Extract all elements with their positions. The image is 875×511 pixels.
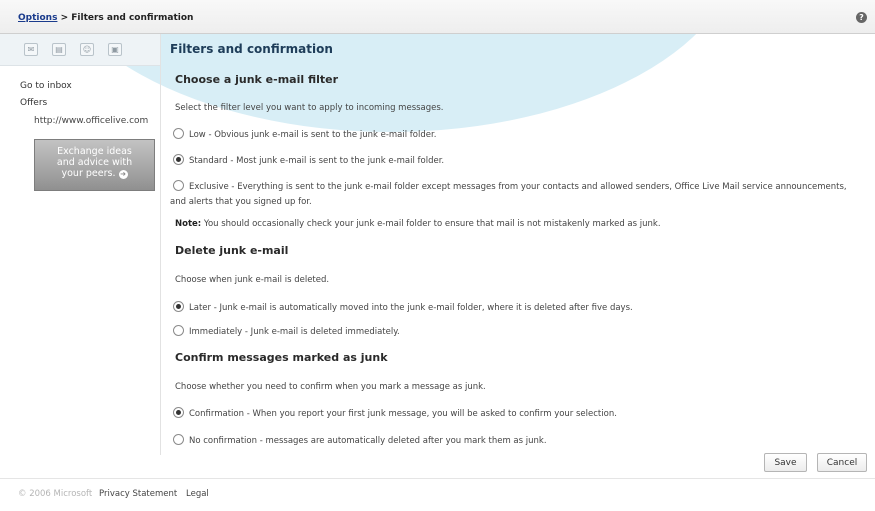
section-heading-filter: Choose a junk e-mail filter xyxy=(175,73,339,86)
radio-label: Confirmation - When you report your firs… xyxy=(189,409,617,419)
section-heading-confirm: Confirm messages marked as junk xyxy=(175,351,388,364)
filter-description: Select the filter level you want to appl… xyxy=(175,103,444,113)
radio-label: No confirmation - messages are automatic… xyxy=(189,436,547,446)
page-title: Filters and confirmation xyxy=(170,42,333,56)
radio-label: Later - Junk e-mail is automatically mov… xyxy=(189,303,633,313)
confirm-description: Choose whether you need to confirm when … xyxy=(175,382,486,392)
radio-button[interactable] xyxy=(173,128,184,139)
note-label: Note: xyxy=(175,219,202,229)
radio-option-standard[interactable]: Standard - Most junk e-mail is sent to t… xyxy=(173,154,444,166)
radio-option-no-confirmation[interactable]: No confirmation - messages are automatic… xyxy=(173,434,547,446)
radio-label: Standard - Most junk e-mail is sent to t… xyxy=(189,156,445,166)
footer-divider xyxy=(0,478,875,479)
radio-button-selected[interactable] xyxy=(173,407,184,418)
radio-button-selected[interactable] xyxy=(173,154,184,165)
delete-description: Choose when junk e-mail is deleted. xyxy=(175,275,330,285)
radio-label: Immediately - Junk e-mail is deleted imm… xyxy=(189,327,400,337)
radio-option-immediately[interactable]: Immediately - Junk e-mail is deleted imm… xyxy=(173,325,400,337)
radio-option-low[interactable]: Low - Obvious junk e-mail is sent to the… xyxy=(173,128,436,140)
save-button[interactable]: Save xyxy=(764,453,807,472)
main-content: Filters and confirmation Choose a junk e… xyxy=(0,0,875,511)
radio-button[interactable] xyxy=(173,325,184,336)
radio-label: Exclusive - Everything is sent to the ju… xyxy=(170,182,847,207)
radio-option-exclusive[interactable]: Exclusive - Everything is sent to the ju… xyxy=(170,180,865,210)
cancel-button[interactable]: Cancel xyxy=(817,453,867,472)
radio-button-selected[interactable] xyxy=(173,301,184,312)
note-text: Note: You should occasionally check your… xyxy=(175,219,661,229)
radio-option-later[interactable]: Later - Junk e-mail is automatically mov… xyxy=(173,301,633,313)
radio-label: Low - Obvious junk e-mail is sent to the… xyxy=(189,130,437,140)
radio-option-confirmation[interactable]: Confirmation - When you report your firs… xyxy=(173,407,617,419)
radio-button[interactable] xyxy=(173,434,184,445)
section-heading-delete: Delete junk e-mail xyxy=(175,244,289,257)
radio-button[interactable] xyxy=(173,180,184,191)
note-body: You should occasionally check your junk … xyxy=(203,219,661,229)
